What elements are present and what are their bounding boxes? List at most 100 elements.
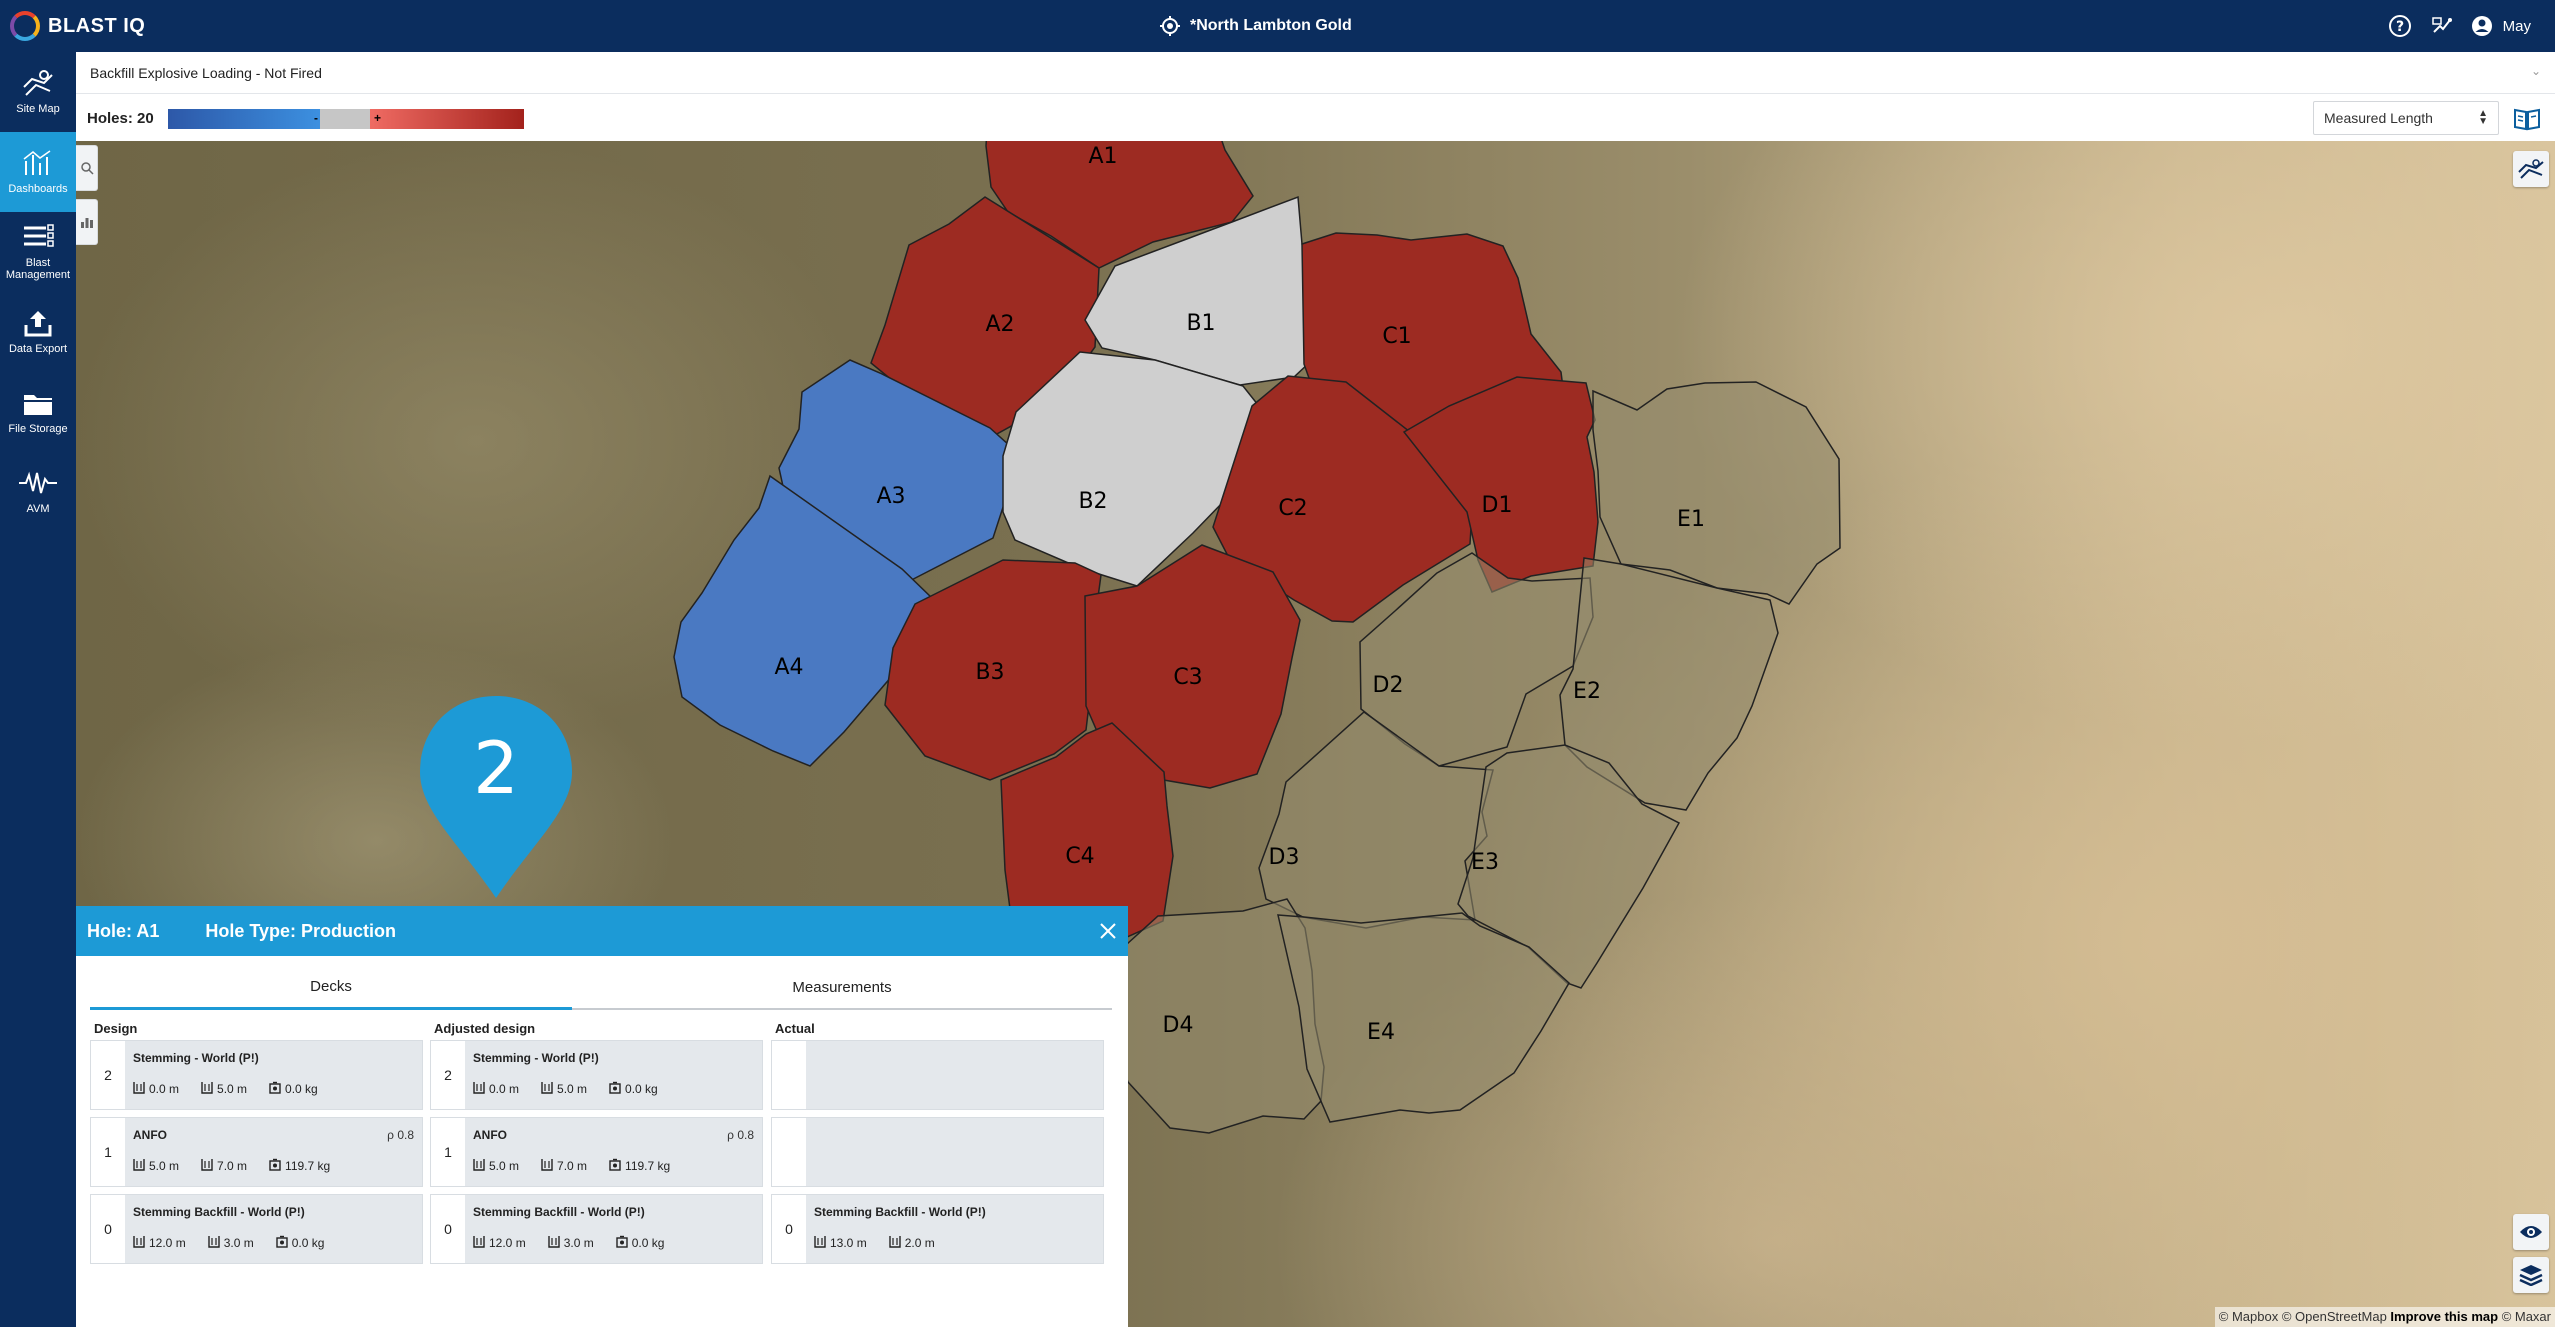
hole-cell-label: D3 [1269, 845, 1300, 870]
deck-column-title: Design [94, 1021, 138, 1036]
book-icon[interactable] [2513, 107, 2541, 131]
hole-cell-label: C4 [1065, 844, 1094, 869]
weight-icon [616, 1235, 632, 1251]
attribution-osm[interactable]: © OpenStreetMap [2282, 1309, 2387, 1324]
hole-cell-label: A3 [876, 484, 905, 509]
deck-number [772, 1041, 806, 1109]
svg-text:?: ? [2396, 19, 2404, 35]
deck-row[interactable] [771, 1040, 1104, 1110]
deck-number: 2 [431, 1041, 465, 1109]
attribution-maxar[interactable]: © Maxar [2502, 1309, 2551, 1324]
deck-depth: 13.0 m [814, 1235, 867, 1251]
nav-avm[interactable]: AVM [0, 452, 76, 532]
deck-mass-value: 0.0 kg [625, 1082, 658, 1096]
deck-values: 0.0 m 5.0 m 0.0 kg [133, 1081, 340, 1097]
deck-mass: 0.0 kg [609, 1081, 658, 1097]
attribution-improve[interactable]: Improve this map [2390, 1309, 2498, 1324]
deck-depth-value: 12.0 m [489, 1236, 526, 1250]
folder-icon [24, 395, 52, 415]
hole-cell-label: E2 [1573, 679, 1601, 704]
color-legend: - + [168, 109, 524, 129]
legend-positive: + [370, 109, 524, 129]
app-logo[interactable]: BLAST IQ [10, 10, 145, 42]
length-icon [547, 1235, 564, 1251]
deck-length-value: 7.0 m [217, 1159, 248, 1173]
deck-depth-value: 0.0 m [489, 1082, 520, 1096]
deck-column-title: Adjusted design [434, 1021, 536, 1036]
deck-depth-value: 5.0 m [489, 1159, 520, 1173]
user-avatar-icon [2471, 16, 2492, 36]
holes-count: Holes: 20 [87, 109, 154, 127]
deck-row[interactable]: 1 ANFO ρ 0.8 5.0 m 7.0 m 119.7 kg [90, 1117, 423, 1187]
deck-length-value: 5.0 m [557, 1082, 588, 1096]
nav-label: Dashboards [8, 183, 68, 195]
hole-marker-pin[interactable]: 2 [416, 692, 576, 902]
hole-cell-label: B2 [1078, 489, 1107, 514]
deck-mass-value: 119.7 kg [285, 1159, 331, 1173]
deck-row[interactable]: 0 Stemming Backfill - World (P!) 13.0 m 2.0… [771, 1194, 1104, 1264]
support-icon[interactable] [2429, 13, 2455, 39]
length-icon [888, 1235, 905, 1251]
map-layers-toggle[interactable] [2513, 151, 2549, 187]
deck-mass: 0.0 kg [616, 1235, 664, 1251]
deck-depth: 5.0 m [133, 1158, 179, 1174]
left-nav: Site Map Dashboards Blast Management Dat… [0, 52, 76, 1327]
site-selector[interactable]: *North Lambton Gold [1160, 0, 1352, 52]
chevron-down-icon[interactable]: ⌄ [2527, 64, 2545, 82]
measure-select[interactable]: Measured Length ▲ ▼ [2313, 101, 2499, 135]
help-icon[interactable]: ? [2387, 13, 2413, 39]
tab-measurements[interactable]: Measurements [572, 966, 1112, 1008]
map-attribution: © Mapbox © OpenStreetMap Improve this ma… [2214, 1307, 2555, 1327]
deck-product: Stemming Backfill - World (P!) [473, 1205, 645, 1219]
hole-cell-label: C3 [1173, 665, 1202, 690]
deck-mass-value: 0.0 kg [291, 1236, 325, 1250]
attribution-mapbox[interactable]: © Mapbox [2219, 1309, 2278, 1324]
deck-depth-value: 0.0 m [149, 1082, 180, 1096]
deck-row[interactable]: 0 Stemming Backfill - World (P!) 12.0 m 3.0… [430, 1194, 763, 1264]
deck-row[interactable]: 1 ANFO ρ 0.8 5.0 m 7.0 m 119.7 kg [430, 1117, 763, 1187]
panel-tabs: Decks Measurements [90, 966, 1112, 1010]
legend-bar: Holes: 20 - + Measured Length ▲ ▼ [76, 95, 2555, 141]
legend-positive-label: + [374, 111, 382, 125]
pin-number: 2 [473, 726, 519, 810]
upload-icon [24, 311, 52, 337]
deck-number: 0 [91, 1195, 125, 1263]
nav-data-export[interactable]: Data Export [0, 292, 76, 372]
layers-icon [2519, 1265, 2543, 1286]
deck-number: 1 [91, 1118, 125, 1186]
deck-depth-value: 12.0 m [149, 1236, 186, 1250]
deck-density: ρ 0.8 [387, 1128, 414, 1142]
nav-site-map[interactable]: Site Map [0, 52, 76, 132]
deck-length-value: 2.0 m [904, 1236, 935, 1250]
visibility-button[interactable] [2513, 1214, 2549, 1250]
nav-file-storage[interactable]: File Storage [0, 372, 76, 452]
nav-blast-management[interactable]: Blast Management [0, 212, 76, 292]
legend-negative: - [168, 109, 320, 129]
layers-button[interactable] [2513, 1257, 2549, 1293]
depth-icon [473, 1081, 489, 1097]
map-icon [23, 70, 53, 96]
depth-icon [133, 1235, 149, 1251]
deck-length: 5.0 m [541, 1081, 587, 1097]
dashboard-selector[interactable]: Backfill Explosive Loading - Not Fired ⌄ [76, 52, 2555, 94]
user-menu[interactable]: May [2471, 15, 2531, 37]
hole-cell-label: D1 [1482, 493, 1513, 518]
deck-depth: 5.0 m [473, 1158, 519, 1174]
deck-number: 2 [91, 1041, 125, 1109]
map-chart-tab[interactable] [76, 199, 98, 245]
deck-row[interactable]: 0 Stemming Backfill - World (P!) 12.0 m 3.0… [90, 1194, 423, 1264]
map-search-tab[interactable] [76, 145, 98, 191]
deck-row[interactable]: 2 Stemming - World (P!) 0.0 m 5.0 m 0.0 kg [90, 1040, 423, 1110]
legend-negative-label: - [314, 111, 318, 125]
deck-row[interactable] [771, 1117, 1104, 1187]
weight-icon [269, 1158, 285, 1174]
weight-icon [609, 1158, 625, 1174]
deck-row[interactable]: 2 Stemming - World (P!) 0.0 m 5.0 m 0.0 kg [430, 1040, 763, 1110]
deck-values: 5.0 m 7.0 m 119.7 kg [473, 1158, 692, 1174]
deck-mass-value: 119.7 kg [625, 1159, 671, 1173]
nav-dashboards[interactable]: Dashboards [0, 132, 76, 212]
nav-label: File Storage [8, 423, 68, 435]
tab-decks[interactable]: Decks [90, 966, 572, 1010]
close-icon[interactable] [1096, 919, 1120, 943]
hole-cell-label: B3 [975, 660, 1004, 685]
